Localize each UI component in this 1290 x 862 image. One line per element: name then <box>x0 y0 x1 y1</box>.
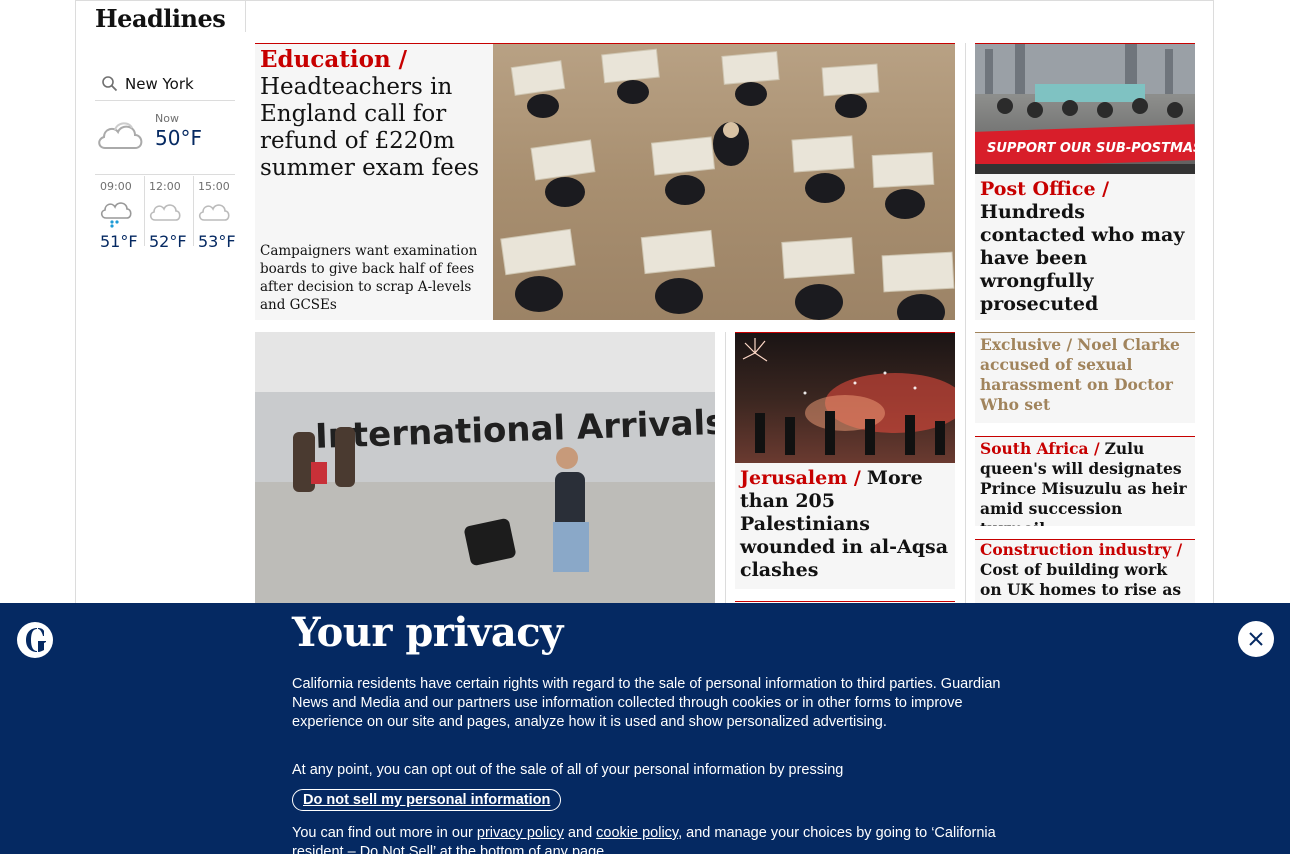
close-button[interactable] <box>1238 621 1274 657</box>
forecast-item: 15:00 53°F <box>193 176 242 251</box>
privacy-banner: Your privacy California residents have c… <box>0 603 1290 860</box>
post-office-image[interactable]: SUPPORT OUR SUB-POSTMASTERS <box>975 44 1195 174</box>
small-story-card[interactable]: South Africa / Zulu queen's will designa… <box>975 437 1195 526</box>
story-headline[interactable]: Hundreds contacted who may have been wro… <box>980 201 1184 315</box>
story-kicker: Jerusalem / <box>740 467 861 489</box>
arrivals-illustration: International Arrivals <box>255 332 715 603</box>
section-title: Headlines <box>95 4 226 33</box>
story-standfirst: Campaigners want examination boards to g… <box>260 243 478 313</box>
story-kicker: Education / <box>260 46 408 73</box>
now-label: Now <box>155 112 179 125</box>
forecast-time: 15:00 <box>198 180 230 193</box>
divider <box>965 43 966 603</box>
cloud-icon <box>98 122 143 149</box>
divider <box>245 0 246 32</box>
weather-location-search[interactable]: New York <box>95 68 235 101</box>
small-story-card[interactable]: Exclusive / Noel Clarke accused of sexua… <box>975 333 1195 423</box>
privacy-title: Your privacy <box>292 609 563 656</box>
story-kicker: South Africa / <box>980 439 1100 458</box>
protest-illustration: SUPPORT OUR SUB-POSTMASTERS <box>975 44 1195 174</box>
jerusalem-card[interactable]: Jerusalem / More than 205 Palestinians w… <box>735 463 955 589</box>
story-kicker: Exclusive / <box>980 335 1073 354</box>
forecast-time: 09:00 <box>100 180 132 193</box>
forecast-time: 12:00 <box>149 180 181 193</box>
story-rule <box>735 601 955 602</box>
weather-location: New York <box>125 75 194 93</box>
search-icon <box>102 76 118 92</box>
story-headline[interactable]: Headteachers in England call for refund … <box>260 74 479 181</box>
arrivals-image[interactable]: International Arrivals <box>255 332 715 603</box>
clashes-illustration <box>742 338 955 455</box>
divider <box>725 332 726 603</box>
story-kicker: Construction industry / <box>980 540 1183 559</box>
forecast-item: 12:00 52°F <box>144 176 194 251</box>
exam-hall-illustration <box>500 48 955 320</box>
do-not-sell-button[interactable]: Do not sell my personal information <box>292 789 562 811</box>
forecast-temp: 51°F <box>100 232 138 251</box>
privacy-text: and <box>563 825 597 841</box>
small-story-card[interactable]: Construction industry / Cost of building… <box>975 540 1195 603</box>
privacy-paragraph: California residents have certain rights… <box>292 676 1001 730</box>
close-icon <box>1249 632 1263 646</box>
now-temperature: 50°F <box>155 126 202 150</box>
jerusalem-image[interactable] <box>735 333 955 463</box>
main-story-card[interactable]: Education / Headteachers in England call… <box>255 44 493 320</box>
guardian-logo-icon <box>17 622 53 658</box>
story-kicker: Post Office / <box>980 178 1110 200</box>
cloud-icon <box>149 204 181 221</box>
privacy-more-info: You can find out more in our privacy pol… <box>292 824 1012 862</box>
privacy-optout-text: At any point, you can opt out of the sal… <box>292 762 844 778</box>
forecast-item: 09:00 51°F <box>95 176 145 251</box>
privacy-policy-link[interactable]: privacy policy <box>477 825 564 841</box>
forecast-temp: 52°F <box>149 232 187 251</box>
rain-cloud-icon <box>100 202 132 228</box>
story-headline[interactable]: Cost of building work on UK homes to ris… <box>980 560 1181 603</box>
post-office-card[interactable]: Post Office / Hundreds contacted who may… <box>975 174 1195 320</box>
cookie-policy-link[interactable]: cookie policy <box>596 825 678 841</box>
banner-text: SUPPORT OUR SUB-POSTMASTERS <box>987 141 1195 156</box>
forecast-temp: 53°F <box>198 232 236 251</box>
weather-now: Now 50°F <box>95 108 235 175</box>
exam-hall-image[interactable] <box>493 44 955 320</box>
cloud-icon <box>198 204 230 221</box>
privacy-text: You can find out more in our <box>292 825 477 841</box>
